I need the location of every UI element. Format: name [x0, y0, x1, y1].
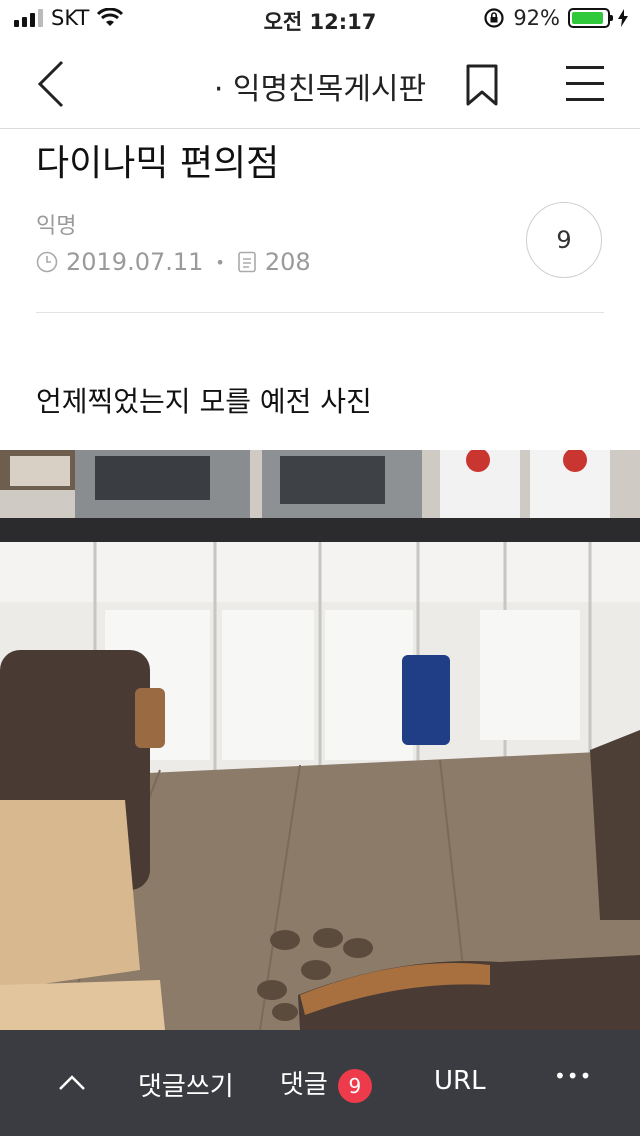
- meta-separator: •: [215, 252, 225, 272]
- post-title: 다이나믹 편의점: [36, 143, 280, 184]
- write-comment-button[interactable]: 댓글쓰기: [138, 1066, 234, 1103]
- status-bar: SKT 오전 12:17 92%: [0, 0, 640, 40]
- board-title: · 익명친목게시판: [213, 72, 427, 107]
- bookmark-icon: [466, 64, 498, 106]
- bottom-toolbar: 댓글쓰기 댓글 9 URL •••: [0, 1030, 640, 1136]
- post-meta: 2019.07.11 • 208: [36, 248, 311, 276]
- clock-icon: [36, 251, 58, 273]
- post-date: 2019.07.11: [66, 248, 204, 276]
- comments-button[interactable]: 댓글 9: [280, 1064, 372, 1103]
- scroll-up-chevron-icon: [59, 1075, 85, 1090]
- views-document-icon: [238, 251, 256, 273]
- comments-label: 댓글: [280, 1070, 328, 1100]
- rotation-lock-icon: [484, 8, 504, 28]
- post-views: 208: [264, 248, 311, 276]
- post-photo[interactable]: [0, 450, 640, 1030]
- comments-count-badge: 9: [337, 1068, 372, 1103]
- hamburger-menu-icon: [566, 66, 604, 101]
- header-divider: [36, 312, 604, 313]
- battery-icon: [568, 8, 613, 28]
- status-right: 92%: [483, 6, 628, 30]
- post-body-text: 언제찍었는지 모를 예전 사진: [36, 385, 372, 418]
- more-button[interactable]: •••: [554, 1064, 592, 1088]
- post-author: 익명: [36, 214, 77, 239]
- menu-button[interactable]: [564, 64, 606, 104]
- url-button[interactable]: URL: [434, 1066, 486, 1096]
- bookmark-button[interactable]: [462, 60, 502, 108]
- charging-icon: [618, 9, 628, 27]
- navigation-bar: · 익명친목게시판: [0, 40, 640, 129]
- scroll-top-button[interactable]: [58, 1068, 86, 1098]
- photo-illustration: [0, 450, 640, 1030]
- battery-percent: 92%: [513, 6, 560, 30]
- comment-count-button[interactable]: 9: [526, 202, 602, 278]
